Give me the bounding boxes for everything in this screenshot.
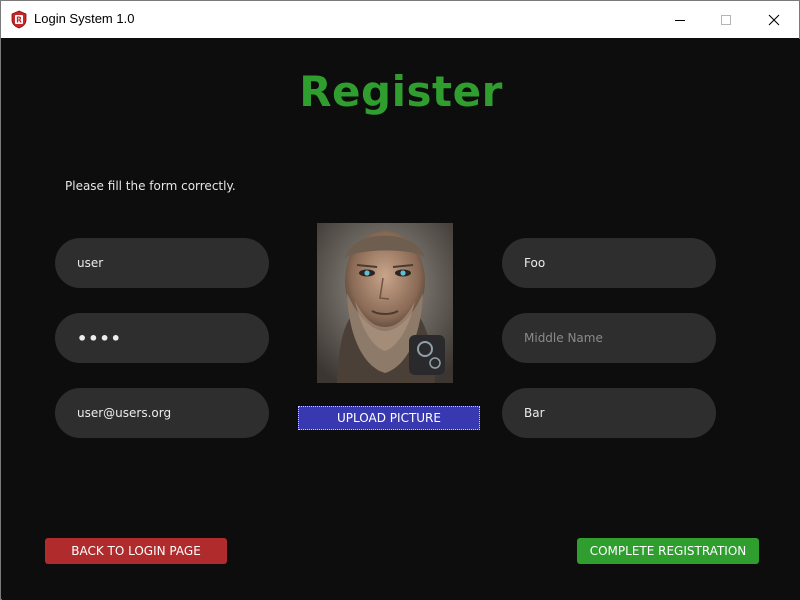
upload-picture-button[interactable]: UPLOAD PICTURE xyxy=(298,406,480,430)
email-field[interactable]: user@users.org xyxy=(55,388,269,438)
complete-registration-button[interactable]: COMPLETE REGISTRATION xyxy=(577,538,759,564)
first-name-field[interactable]: Foo xyxy=(502,238,716,288)
app-window: R Login System 1.0 Register Please fill … xyxy=(0,0,800,600)
minimize-button[interactable] xyxy=(657,1,703,38)
back-to-login-button[interactable]: BACK TO LOGIN PAGE xyxy=(45,538,227,564)
minimize-icon xyxy=(675,19,685,21)
app-logo-icon: R xyxy=(11,10,27,29)
page-title: Register xyxy=(299,67,503,116)
register-panel: Register Please fill the form correctly.… xyxy=(2,39,800,600)
maximize-icon xyxy=(721,14,731,25)
svg-text:R: R xyxy=(16,16,22,25)
profile-picture xyxy=(317,223,453,383)
close-button[interactable] xyxy=(751,1,797,38)
last-name-field[interactable]: Bar xyxy=(502,388,716,438)
username-field[interactable]: user xyxy=(55,238,269,288)
middle-name-field[interactable]: Middle Name xyxy=(502,313,716,363)
profile-photo-image xyxy=(317,223,453,383)
maximize-button[interactable] xyxy=(703,1,749,38)
title-bar[interactable]: R Login System 1.0 xyxy=(1,1,799,38)
form-instructions: Please fill the form correctly. xyxy=(65,179,236,193)
close-icon xyxy=(768,14,780,25)
window-title: Login System 1.0 xyxy=(34,11,135,26)
password-field[interactable]: •••• xyxy=(55,313,269,363)
